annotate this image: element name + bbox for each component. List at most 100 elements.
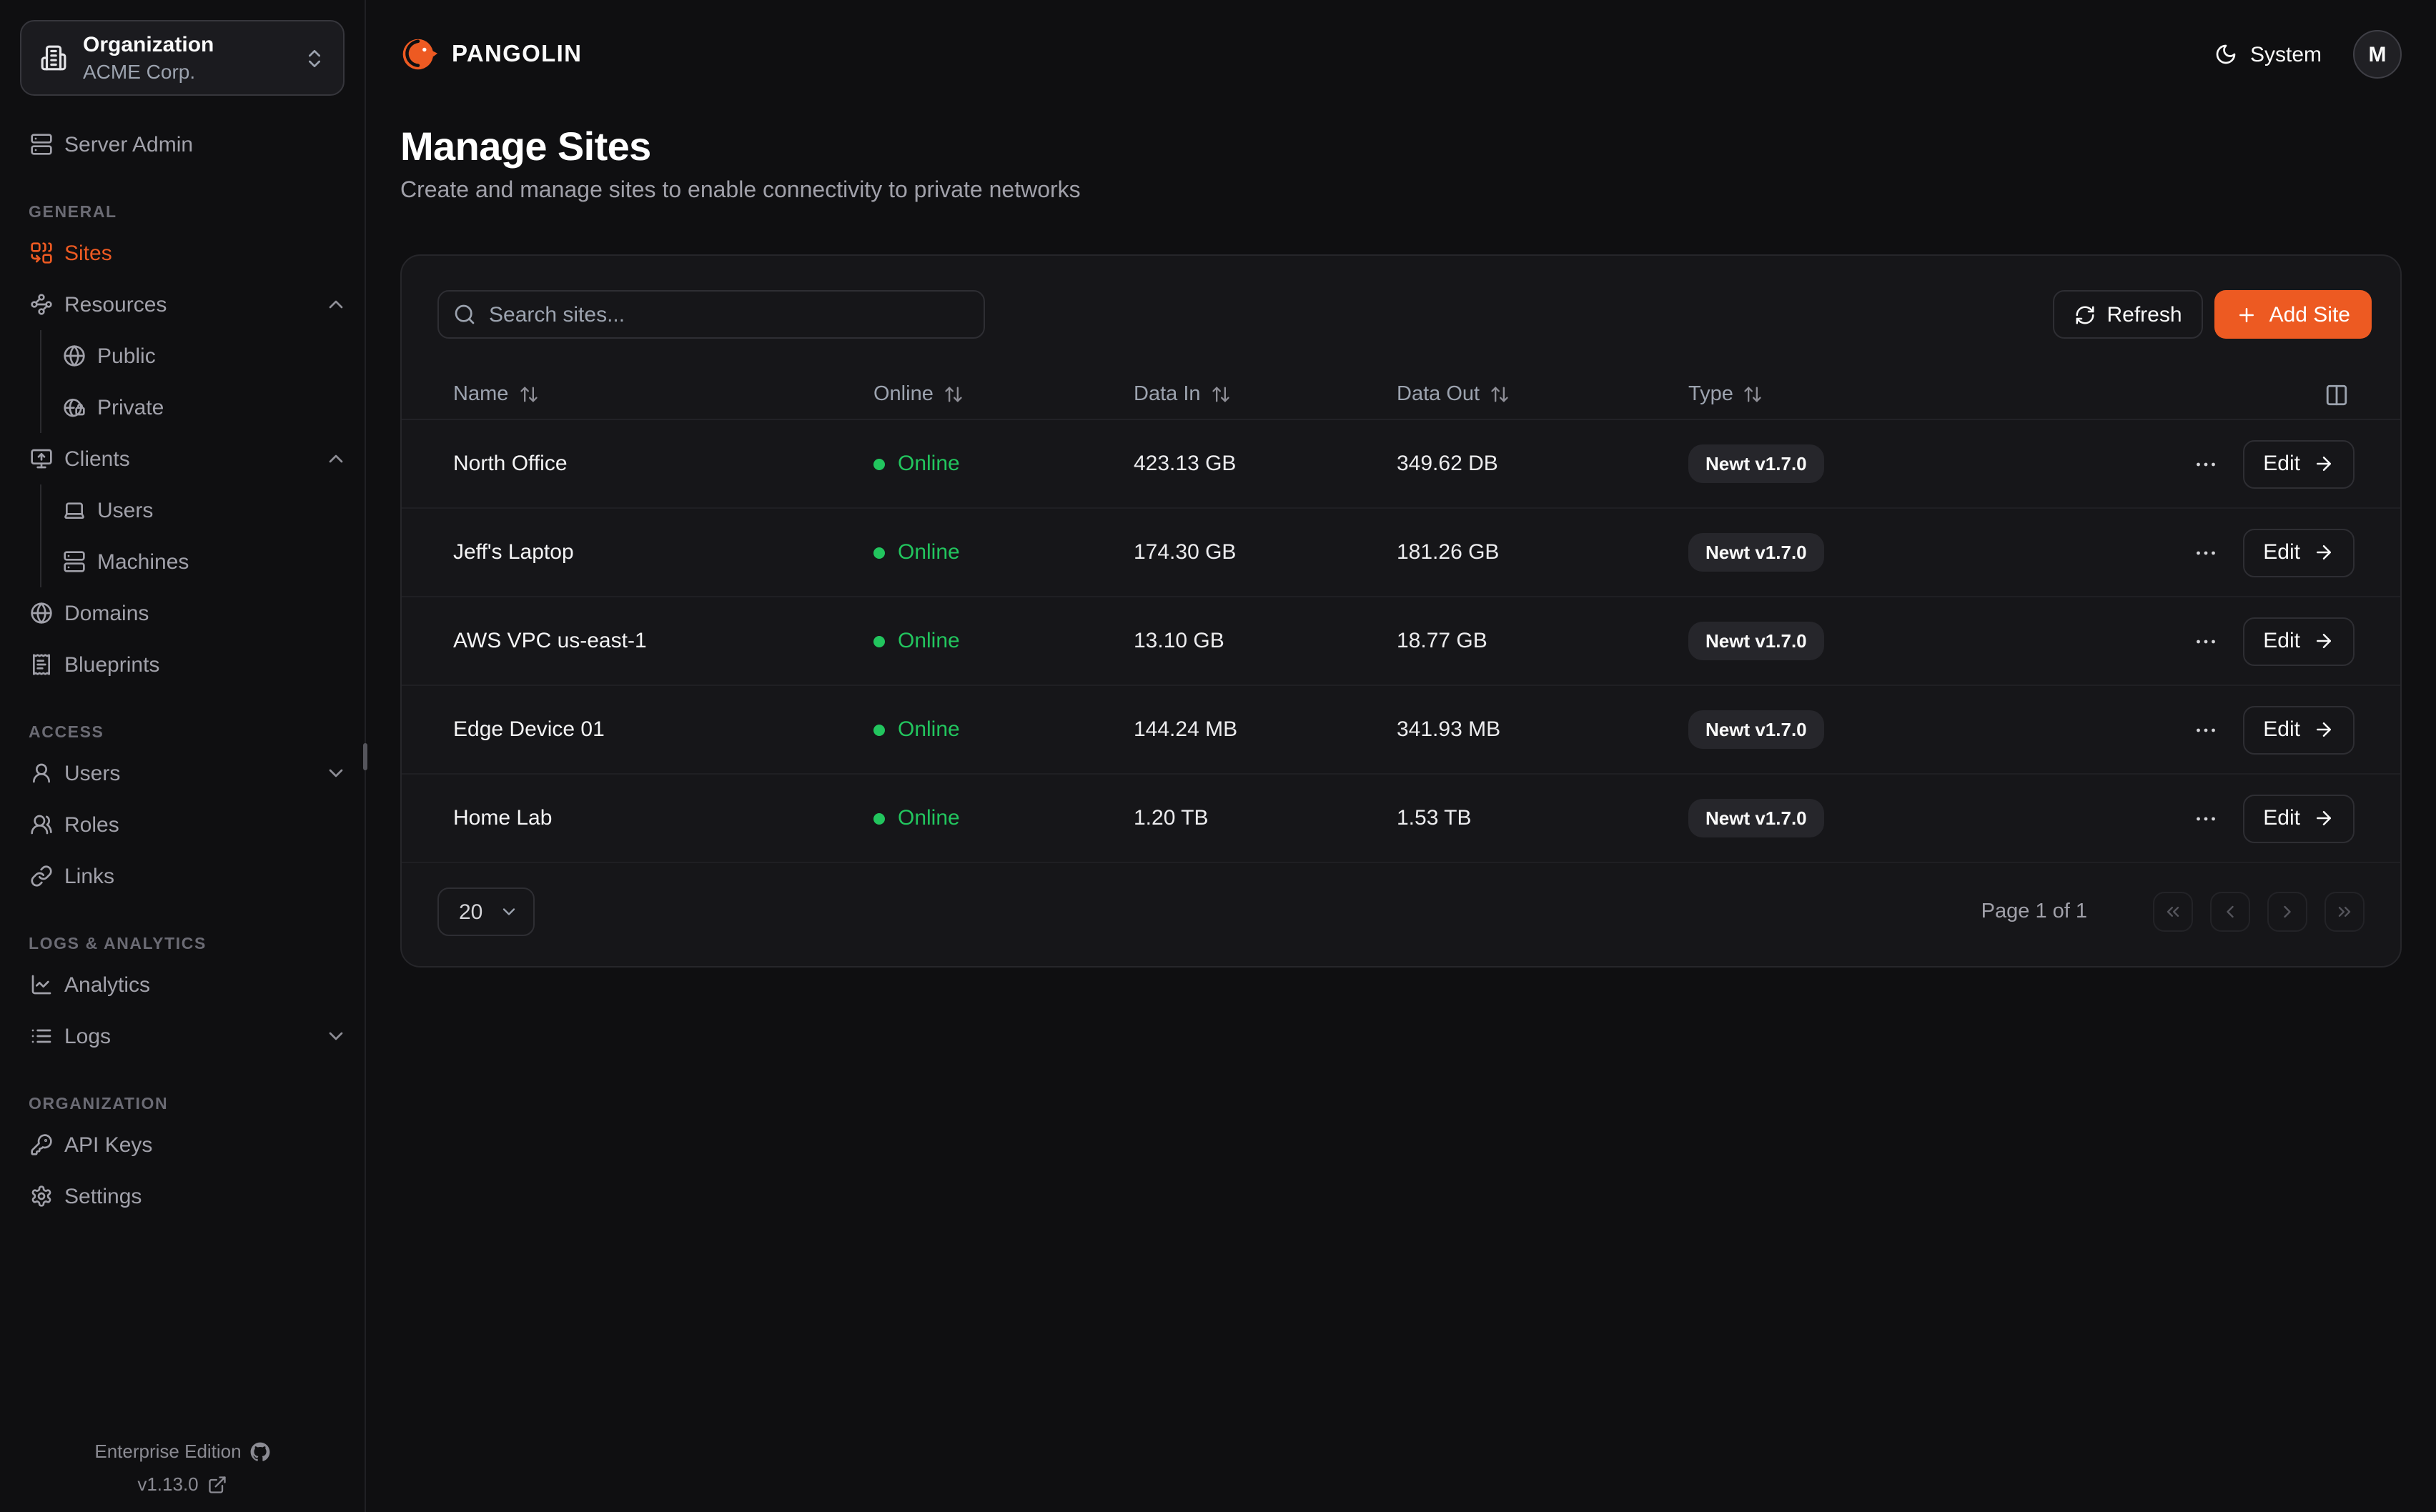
sidebar-item-label: Links [64, 864, 347, 888]
topbar-right: System M [2214, 30, 2402, 79]
column-header-data-in[interactable]: Data In [1134, 383, 1397, 406]
column-label: Online [873, 383, 934, 406]
combine-icon [30, 242, 53, 264]
table-row: North Office Online 423.13 GB 349.62 DB … [402, 420, 2400, 509]
page-status: Page 1 of 1 [1981, 900, 2087, 923]
sidebar-item-label: Domains [64, 601, 347, 625]
chart-line-icon [30, 973, 53, 996]
sidebar-item-label: Server Admin [64, 132, 347, 156]
moon-icon [2214, 43, 2237, 66]
link-icon [30, 865, 53, 887]
page-size-select[interactable]: 20 [437, 887, 535, 936]
edition-label: Enterprise Edition [94, 1441, 241, 1462]
edit-button[interactable]: Edit [2243, 705, 2355, 754]
column-label: Name [453, 383, 508, 406]
refresh-button[interactable]: Refresh [2053, 290, 2204, 339]
org-switcher[interactable]: Organization ACME Corp. [20, 20, 345, 96]
table-row: AWS VPC us-east-1 Online 13.10 GB 18.77 … [402, 597, 2400, 686]
search-icon [453, 303, 476, 326]
pangolin-logo-icon [400, 36, 437, 73]
data-out-value: 18.77 GB [1397, 629, 1688, 653]
sidebar-item-machines[interactable]: Machines [41, 536, 365, 587]
ellipsis-icon [2193, 628, 2219, 654]
column-header-name[interactable]: Name [453, 383, 873, 406]
pagination-controls: Page 1 of 1 [1981, 892, 2365, 932]
sidebar-item-private[interactable]: Private [41, 382, 365, 433]
column-header-online[interactable]: Online [873, 383, 1134, 406]
sidebar-item-domains[interactable]: Domains [0, 587, 365, 639]
sidebar-item-settings[interactable]: Settings [0, 1170, 365, 1222]
search-input[interactable] [437, 290, 985, 339]
sidebar-item-analytics[interactable]: Analytics [0, 959, 365, 1010]
online-dot-icon [873, 812, 885, 824]
users-icon [30, 813, 53, 836]
column-visibility-button[interactable] [2324, 382, 2349, 407]
chevrons-up-down-icon [303, 46, 326, 69]
edit-button[interactable]: Edit [2243, 794, 2355, 842]
row-menu-button[interactable] [2193, 717, 2219, 742]
sidebar-item-roles[interactable]: Roles [0, 799, 365, 850]
columns-icon [2324, 382, 2349, 407]
column-header-type[interactable]: Type [1688, 383, 1974, 406]
refresh-label: Refresh [2107, 302, 2182, 327]
row-actions: Edit [2193, 528, 2355, 577]
sidebar-item-client-users[interactable]: Users [41, 484, 365, 536]
edition-row[interactable]: Enterprise Edition [0, 1441, 365, 1462]
sidebar-item-clients[interactable]: Clients [0, 433, 365, 484]
row-actions: Edit [2193, 439, 2355, 488]
last-page-icon [2334, 902, 2355, 922]
add-site-button[interactable]: Add Site [2215, 290, 2372, 339]
row-menu-button[interactable] [2193, 539, 2219, 565]
arrow-right-icon [2313, 719, 2334, 740]
sidebar-item-resources[interactable]: Resources [0, 279, 365, 330]
prev-page-button[interactable] [2210, 892, 2250, 932]
avatar[interactable]: M [2353, 30, 2402, 79]
status-label: Online [898, 717, 960, 742]
sidebar-item-blueprints[interactable]: Blueprints [0, 639, 365, 690]
last-page-button[interactable] [2324, 892, 2365, 932]
version-row[interactable]: v1.13.0 [0, 1473, 365, 1495]
row-menu-button[interactable] [2193, 628, 2219, 654]
sidebar-item-api-keys[interactable]: API Keys [0, 1119, 365, 1170]
online-dot-icon [873, 724, 885, 735]
sidebar-item-label: Machines [97, 549, 347, 574]
edit-button[interactable]: Edit [2243, 439, 2355, 488]
type-badge: Newt v1.7.0 [1688, 622, 1824, 660]
status-label: Online [898, 629, 960, 653]
theme-toggle[interactable]: System [2214, 42, 2322, 66]
sidebar-item-users[interactable]: Users [0, 747, 365, 799]
type-badge: Newt v1.7.0 [1688, 799, 1824, 837]
chevron-down-icon [325, 762, 347, 785]
edit-button[interactable]: Edit [2243, 528, 2355, 577]
column-header-data-out[interactable]: Data Out [1397, 383, 1688, 406]
row-menu-button[interactable] [2193, 805, 2219, 831]
key-icon [30, 1133, 53, 1156]
sidebar-item-label: Blueprints [64, 652, 347, 677]
column-label: Data Out [1397, 383, 1480, 406]
chevron-down-icon [325, 1025, 347, 1048]
next-page-button[interactable] [2267, 892, 2307, 932]
row-menu-button[interactable] [2193, 451, 2219, 477]
org-switcher-value: ACME Corp. [83, 59, 287, 84]
ellipsis-icon [2193, 451, 2219, 477]
globe-icon [63, 344, 86, 367]
sidebar-item-logs[interactable]: Logs [0, 1010, 365, 1062]
brand-logo[interactable]: PANGOLIN [400, 36, 582, 73]
sidebar-item-label: Settings [64, 1184, 347, 1208]
sidebar-item-public[interactable]: Public [41, 330, 365, 382]
ellipsis-icon [2193, 539, 2219, 565]
edit-button[interactable]: Edit [2243, 617, 2355, 665]
sort-icon [1211, 384, 1231, 404]
sidebar-item-sites[interactable]: Sites [0, 227, 365, 279]
prev-page-icon [2220, 902, 2240, 922]
plus-icon [2237, 304, 2258, 325]
ellipsis-icon [2193, 805, 2219, 831]
page-header: Manage Sites Create and manage sites to … [366, 109, 2436, 206]
sidebar-item-server-admin[interactable]: Server Admin [0, 119, 365, 170]
sidebar-resize-handle[interactable] [363, 743, 367, 770]
sidebar-item-links[interactable]: Links [0, 850, 365, 902]
user-icon [30, 762, 53, 785]
sidebar: Organization ACME Corp. Server Admin GEN… [0, 0, 366, 1512]
first-page-button[interactable] [2153, 892, 2193, 932]
type-badge: Newt v1.7.0 [1688, 533, 1824, 572]
